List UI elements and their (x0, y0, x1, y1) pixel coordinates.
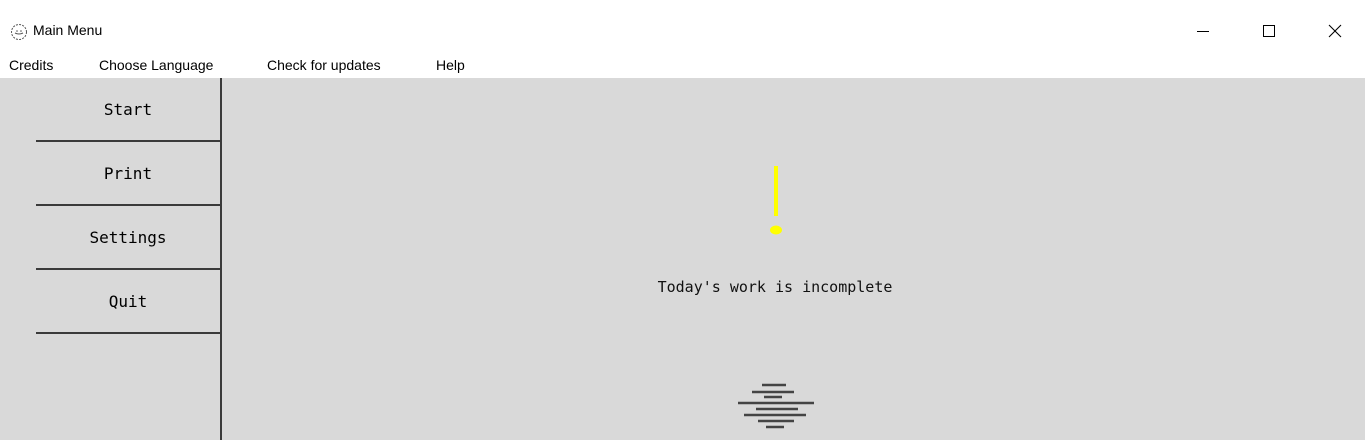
title-bar: Main Menu (0, 0, 1365, 55)
menu-check-for-updates[interactable]: Check for updates (267, 57, 381, 73)
menu-credits[interactable]: Credits (9, 57, 53, 73)
status-message: Today's work is incomplete (657, 278, 893, 296)
client-area: Start Print Settings Quit Today's work i… (0, 78, 1365, 440)
maximize-button[interactable] (1246, 14, 1292, 48)
menu-help[interactable]: Help (436, 57, 465, 73)
stacked-lines-icon (738, 383, 814, 429)
close-icon (1328, 24, 1342, 38)
menu-choose-language[interactable]: Choose Language (99, 57, 213, 73)
exclamation-icon (770, 166, 782, 235)
close-button[interactable] (1312, 14, 1358, 48)
settings-button[interactable]: Settings (36, 206, 220, 270)
start-button[interactable]: Start (36, 78, 220, 142)
sidebar: Start Print Settings Quit (36, 78, 222, 440)
minimize-icon (1197, 31, 1209, 32)
menu-bar: Credits Choose Language Check for update… (0, 55, 1365, 78)
maximize-icon (1263, 25, 1275, 37)
print-button[interactable]: Print (36, 142, 220, 206)
window-title: Main Menu (33, 22, 103, 38)
minimize-button[interactable] (1180, 14, 1226, 48)
quit-button[interactable]: Quit (36, 270, 220, 334)
app-globe-icon (11, 24, 27, 40)
